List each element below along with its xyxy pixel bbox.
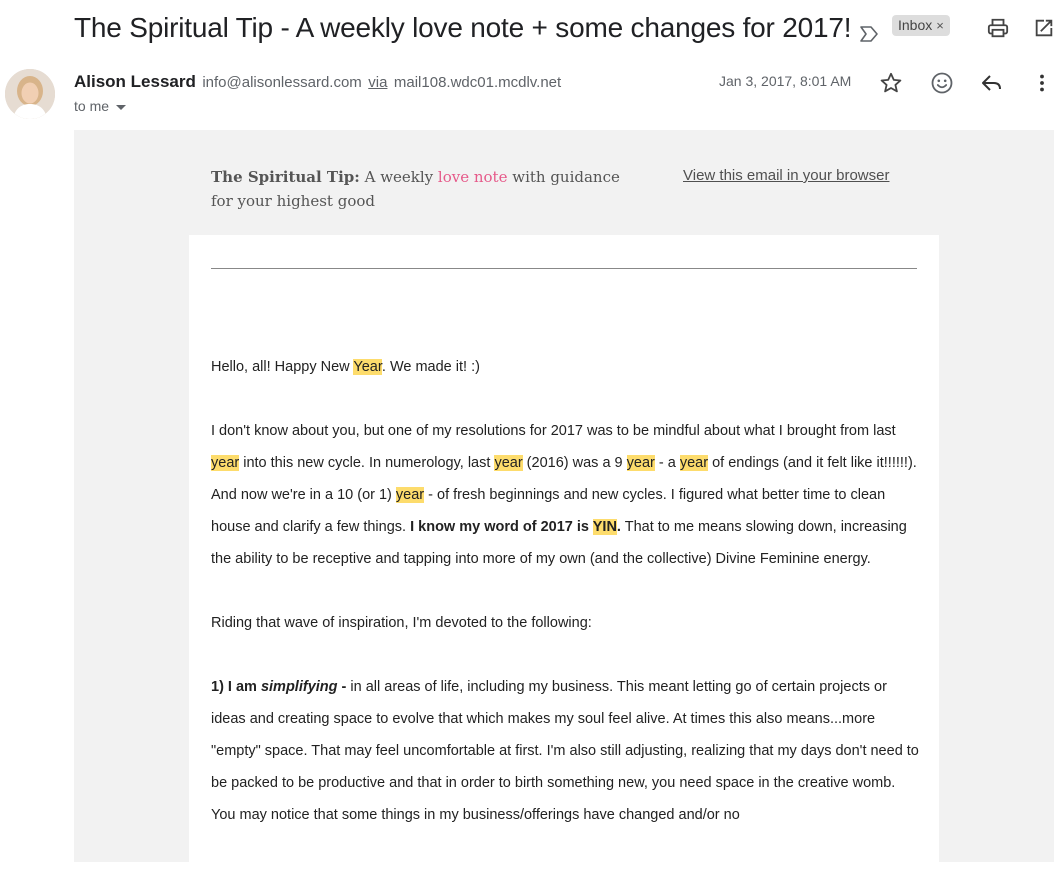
recipient-text: to me [74, 98, 110, 114]
sender-avatar[interactable] [5, 69, 55, 119]
search-highlight: year [395, 487, 425, 503]
newsletter-text: Hello, all! Happy New Year. We made it! … [211, 351, 921, 863]
text-run: - a [654, 455, 680, 471]
open-in-new-window-button[interactable] [1032, 16, 1056, 40]
inbox-label-text: Inbox [898, 17, 933, 33]
more-options-button[interactable] [1029, 70, 1055, 96]
more-vert-icon [1040, 74, 1044, 92]
recipient-details-toggle[interactable]: to me [74, 98, 127, 114]
via-link[interactable]: via [368, 74, 387, 91]
search-highlight: year [211, 455, 240, 471]
text-run: I know my word of 2017 is [410, 519, 593, 535]
divider [211, 268, 917, 269]
print-button[interactable] [986, 16, 1010, 40]
word-of-year-statement: I know my word of 2017 is YIN. [410, 519, 621, 535]
text-run: I don't know about you, but one of my re… [211, 423, 896, 439]
newsletter-content: Hello, all! Happy New Year. We made it! … [189, 235, 939, 875]
add-reaction-button[interactable] [929, 70, 955, 96]
open-in-new-window-icon [1035, 19, 1053, 37]
search-highlight: YIN [592, 519, 617, 535]
text-run: . We made it! :) [381, 359, 480, 375]
paragraph-simplifying: 1) I am simplifying - in all areas of li… [211, 671, 921, 831]
text-run: (2016) was a 9 [522, 455, 627, 471]
avatar-photo [5, 69, 55, 119]
search-highlight: year [626, 455, 655, 471]
inbox-label-chip: Inbox × [892, 15, 950, 36]
text-run: in all areas of life, including my busin… [211, 679, 919, 823]
sender-row: Alison Lessard info@alisonlessard.com vi… [74, 72, 561, 92]
search-highlight: Year [353, 359, 382, 375]
sender-email: info@alisonlessard.com [202, 74, 362, 91]
preheader: The Spiritual Tip: A weekly love note wi… [211, 165, 641, 213]
paragraph-greeting: Hello, all! Happy New Year. We made it! … [211, 351, 921, 383]
preheader-love-note: love note [437, 168, 508, 186]
search-highlight: year [494, 455, 523, 471]
email-body: The Spiritual Tip: A weekly love note wi… [74, 130, 1054, 875]
subject-row: The Spiritual Tip - A weekly love note +… [74, 8, 1062, 48]
print-icon [987, 18, 1009, 38]
text-run: - [337, 679, 351, 695]
chevron-down-icon [116, 104, 127, 110]
remove-label-icon[interactable]: × [936, 18, 944, 33]
email-date: Jan 3, 2017, 8:01 AM [719, 73, 852, 89]
email-subject: The Spiritual Tip - A weekly love note +… [74, 12, 852, 43]
importance-marker-icon[interactable] [859, 26, 879, 42]
emoji-icon [931, 72, 953, 94]
paragraph-intro: Riding that wave of inspiration, I'm dev… [211, 615, 592, 631]
search-highlight: year [679, 455, 709, 471]
text-run: into this new cycle. In numerology, last [239, 455, 495, 471]
star-icon [880, 72, 902, 93]
via-host: mail108.wdc01.mcdlv.net [393, 74, 562, 91]
preheader-text-a: A weekly [359, 168, 438, 186]
sender-name[interactable]: Alison Lessard [74, 72, 196, 91]
reply-button[interactable] [979, 70, 1005, 96]
item-heading: 1) I am simplifying - [211, 679, 350, 695]
text-run: simplifying [260, 679, 338, 695]
view-in-browser-link[interactable]: View this email in your browser [683, 167, 889, 184]
reply-icon [982, 75, 1001, 91]
star-button[interactable] [878, 70, 904, 96]
text-run: Hello, all! Happy New [211, 359, 354, 375]
text-run: 1) I am [211, 679, 261, 695]
newsletter-brand: The Spiritual Tip: [211, 168, 360, 186]
paragraph-resolutions: I don't know about you, but one of my re… [211, 415, 921, 575]
